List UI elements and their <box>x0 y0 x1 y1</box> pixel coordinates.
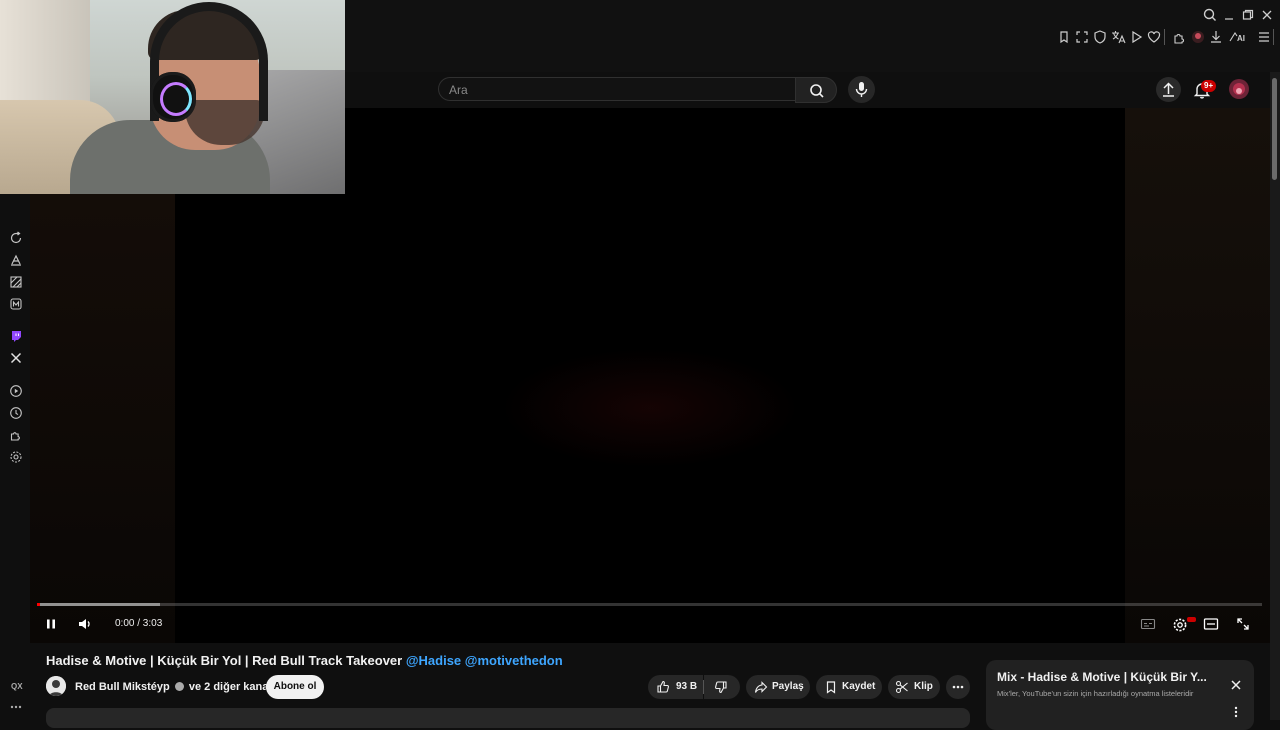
restore-icon[interactable] <box>1239 6 1257 24</box>
close-icon[interactable] <box>1228 677 1244 693</box>
more-icon[interactable] <box>8 702 24 712</box>
pattern-icon[interactable] <box>9 275 23 289</box>
save-icon <box>826 681 836 694</box>
share-button[interactable]: Paylaş <box>746 675 810 699</box>
search-button[interactable] <box>795 77 837 103</box>
voice-search-button[interactable] <box>848 76 875 103</box>
hd-badge <box>1187 617 1196 622</box>
extensions-icon[interactable] <box>9 428 23 442</box>
twitch-icon[interactable] <box>9 329 23 343</box>
bookmark-icon[interactable] <box>1056 29 1072 45</box>
search-input[interactable]: Ara <box>438 77 796 101</box>
tools-icon[interactable] <box>9 253 23 267</box>
dislike-icon <box>715 681 727 694</box>
mention-link[interactable]: @Hadise <box>406 653 461 668</box>
webcam-overlay <box>0 0 345 194</box>
video-letterbox-right <box>1125 108 1270 643</box>
theater-icon[interactable] <box>1203 617 1219 631</box>
close-icon[interactable] <box>1258 6 1276 24</box>
clip-button[interactable]: Klip <box>888 675 940 699</box>
subscribe-button[interactable]: Abone ol <box>266 675 324 699</box>
like-icon <box>657 680 669 693</box>
scrollbar-thumb[interactable] <box>1272 78 1277 180</box>
reload-icon[interactable] <box>9 231 23 245</box>
settings-icon[interactable] <box>9 450 23 464</box>
play-icon[interactable] <box>1128 29 1144 45</box>
toolbar-divider <box>1164 29 1165 45</box>
search-icon <box>810 84 824 98</box>
fullscreen-icon[interactable] <box>1236 617 1250 631</box>
play-circle-icon[interactable] <box>9 384 23 398</box>
channel-name-text[interactable]: Red Bull Mikstéyp <box>75 681 170 693</box>
collab-text[interactable]: ve 2 diğer kanal <box>189 681 272 693</box>
upload-button[interactable] <box>1156 77 1181 102</box>
notification-badge: 9+ <box>1201 80 1217 92</box>
settings-icon[interactable] <box>1172 617 1188 633</box>
video-frame <box>500 348 800 468</box>
pause-icon[interactable] <box>44 617 58 631</box>
share-label: Paylaş <box>772 681 804 692</box>
history-icon[interactable] <box>9 406 23 420</box>
progress-buffer <box>37 603 160 606</box>
volume-icon[interactable] <box>77 617 93 631</box>
minimize-icon[interactable] <box>1220 6 1238 24</box>
ai-icon[interactable]: AI <box>1228 29 1250 45</box>
video-letterbox-left <box>30 194 175 643</box>
extensions-icon[interactable] <box>1172 29 1188 45</box>
svg-text:AI: AI <box>1237 34 1245 43</box>
mix-subtitle: Mix'ler, YouTube'un sizin için hazırladı… <box>997 689 1194 698</box>
channel-avatar[interactable] <box>46 676 66 696</box>
progress-bar[interactable] <box>37 603 1262 606</box>
translate-icon[interactable] <box>1110 29 1126 45</box>
mention-link[interactable]: @motivethedon <box>465 653 563 668</box>
channel-name[interactable]: Red Bull Mikstéyp ve 2 diğer kanal <box>75 681 271 693</box>
profile-ext-icon[interactable] <box>1190 29 1206 45</box>
share-icon <box>754 681 768 693</box>
mic-icon <box>855 82 868 97</box>
progress-played <box>37 603 40 606</box>
x-icon[interactable] <box>9 351 23 365</box>
verified-icon <box>174 682 184 691</box>
video-title: Hadise & Motive | Küçük Bir Yol | Red Bu… <box>46 653 563 668</box>
screenshot-icon[interactable] <box>1074 29 1090 45</box>
left-rail <box>0 194 30 720</box>
like-button[interactable]: 93 B <box>648 675 703 699</box>
clip-label: Klip <box>914 681 933 692</box>
menu-icon[interactable] <box>1256 29 1272 45</box>
description-box[interactable] <box>46 708 970 728</box>
captions-icon[interactable] <box>1140 617 1156 631</box>
search-icon[interactable] <box>1201 6 1219 24</box>
shield-icon[interactable] <box>1092 29 1108 45</box>
heart-icon[interactable] <box>1146 29 1162 45</box>
save-button[interactable]: Kaydet <box>816 675 882 699</box>
clip-icon <box>895 680 908 694</box>
download-icon[interactable] <box>1208 29 1224 45</box>
dislike-button[interactable] <box>704 675 740 699</box>
more-vert-icon[interactable] <box>1230 705 1242 719</box>
rail-footer-label: QX <box>11 682 23 691</box>
more-actions-button[interactable] <box>946 675 970 699</box>
video-title-text: Hadise & Motive | Küçük Bir Yol | Red Bu… <box>46 653 403 668</box>
upload-icon <box>1163 82 1174 97</box>
like-count: 93 B <box>676 681 698 692</box>
m-app-icon[interactable] <box>9 297 23 311</box>
time-display: 0:00 / 3:03 <box>115 618 163 629</box>
more-icon <box>952 685 964 689</box>
mix-title[interactable]: Mix - Hadise & Motive | Küçük Bir Y... <box>997 670 1217 684</box>
toolbar-divider <box>1273 29 1274 45</box>
save-label: Kaydet <box>842 681 876 692</box>
avatar[interactable] <box>1229 79 1249 99</box>
